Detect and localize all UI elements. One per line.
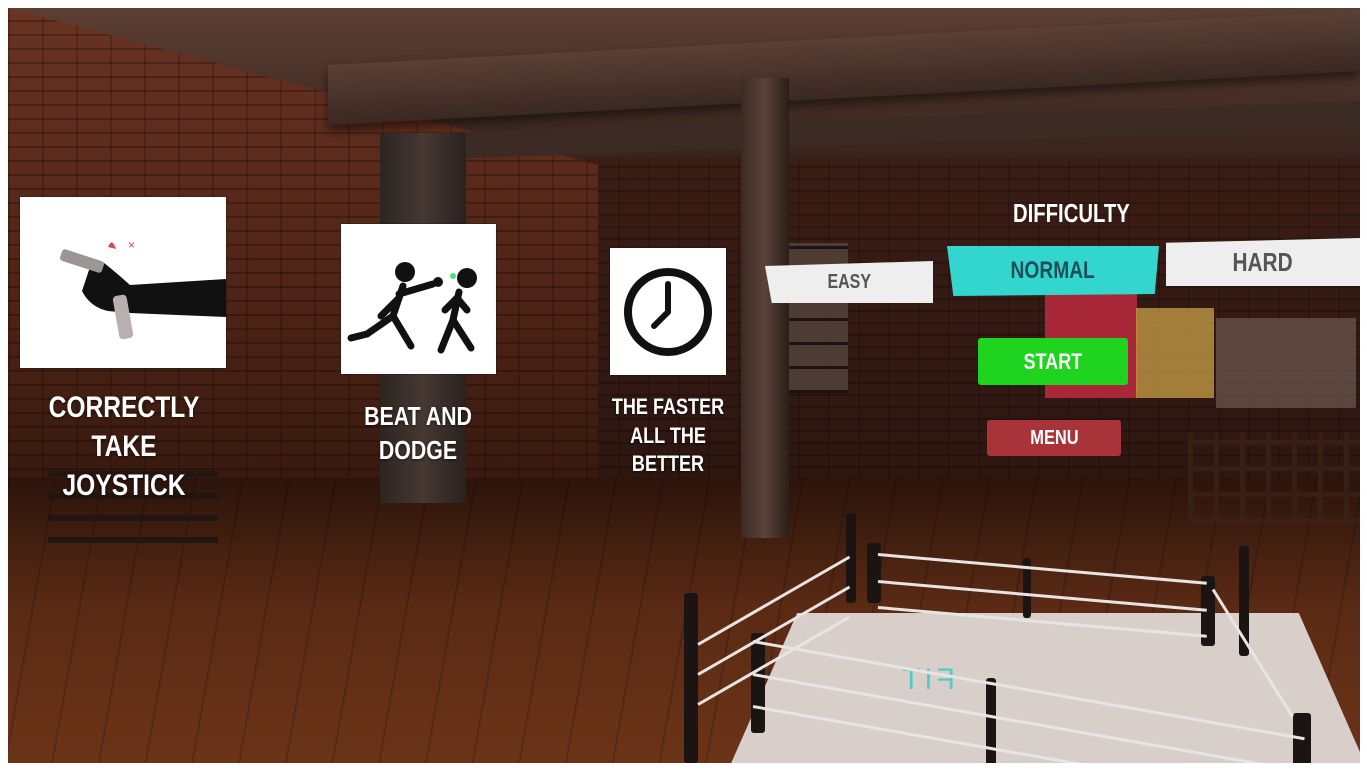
menu-button[interactable]: MENU: [987, 420, 1121, 456]
caption-line: BEAT AND DODGE: [364, 401, 472, 465]
difficulty-title: DIFFICULTY: [1013, 198, 1130, 228]
hard-button[interactable]: HARD: [1166, 238, 1360, 286]
boxing-figures-icon: [347, 262, 477, 354]
hand-joystick-icon: ×: [60, 238, 226, 340]
easy-button[interactable]: EASY: [765, 261, 933, 303]
caption-line: JOYSTICK: [62, 469, 186, 502]
start-label: START: [1023, 348, 1083, 374]
caption-line: CORRECTLY TAKE: [48, 391, 200, 463]
ring-post: [684, 593, 698, 763]
photo-poster: [1216, 318, 1356, 408]
hard-label: HARD: [1232, 246, 1294, 277]
ring-post: [751, 633, 765, 733]
tutorial-caption-2: BEAT AND DODGE: [336, 400, 500, 468]
game-viewport: FIT × CORRECTLY TAKE JOYSTICK BEAT AND D…: [8, 8, 1360, 763]
tutorial-caption-1: CORRECTLY TAKE JOYSTICK: [27, 388, 221, 505]
center-pillar: [741, 78, 789, 538]
tutorial-caption-3: THE FASTER ALL THE BETTER: [594, 393, 742, 479]
ring-post: [867, 543, 881, 603]
wall-shelf: [1188, 433, 1360, 523]
menu-label: MENU: [1029, 426, 1079, 449]
yellow-poster: [1136, 308, 1214, 398]
caption-line: THE FASTER ALL THE: [611, 394, 725, 448]
boxing-tutorial-card: [341, 224, 496, 374]
easy-label: EASY: [827, 270, 871, 293]
clock-icon: [624, 268, 712, 356]
caption-line: BETTER: [631, 451, 705, 477]
joystick-tutorial-card: ×: [20, 197, 226, 368]
normal-button[interactable]: NORMAL: [947, 246, 1159, 296]
speed-tutorial-card: [610, 248, 726, 375]
normal-label: NORMAL: [1010, 257, 1096, 284]
start-button[interactable]: START: [978, 338, 1128, 385]
svg-text:×: ×: [128, 238, 135, 252]
